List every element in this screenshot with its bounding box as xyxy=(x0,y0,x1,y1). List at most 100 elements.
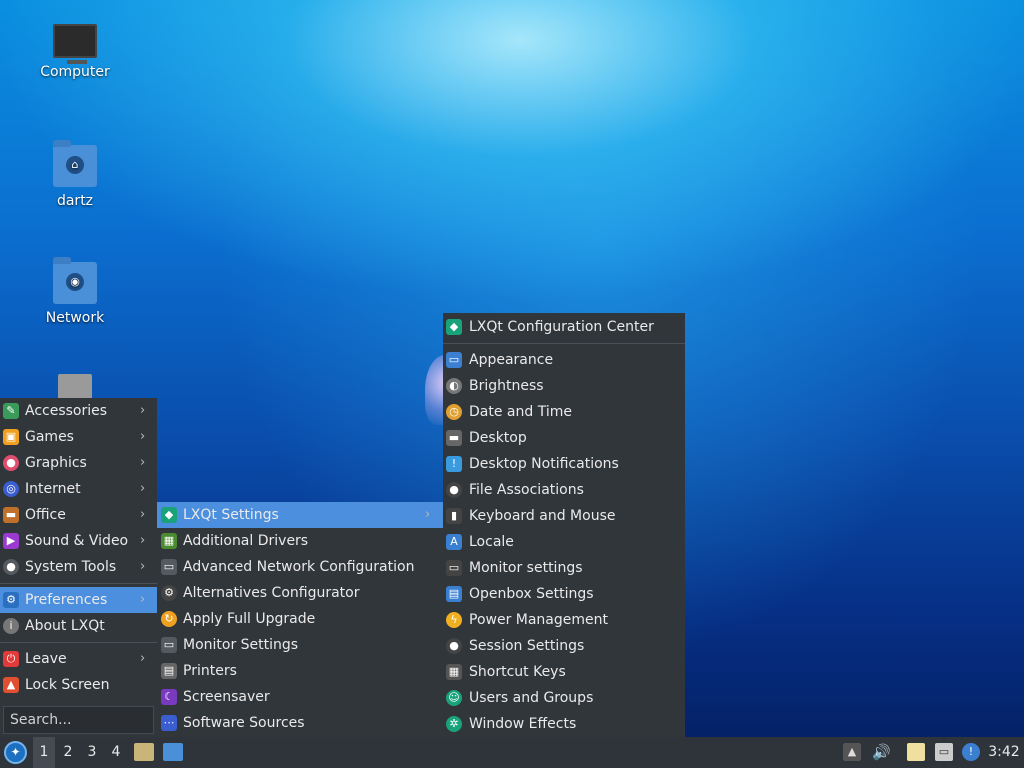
menu-item-monitor-settings[interactable]: ▭ Monitor Settings xyxy=(157,632,443,658)
menu-separator xyxy=(0,583,157,584)
lxqt-settings-submenu: ◆ LXQt Configuration Center ▭ Appearance… xyxy=(443,313,685,737)
network-config-icon: ▭ xyxy=(161,559,177,575)
taskbar-clock[interactable]: 3:42 xyxy=(984,737,1024,768)
menu-item-label: Accessories xyxy=(25,403,108,419)
file-assoc-icon: ● xyxy=(446,482,462,498)
menu-separator xyxy=(443,343,685,344)
menu-item-lock-screen[interactable]: ▲ Lock Screen xyxy=(0,672,157,698)
desktop-switch-3[interactable]: 3 xyxy=(81,737,103,768)
monitor-icon: ▭ xyxy=(446,560,462,576)
menu-item-label: Monitor settings xyxy=(469,560,583,576)
lxqt-logo-icon: ✦ xyxy=(10,745,21,759)
eject-icon[interactable]: ▲ xyxy=(843,743,861,761)
desktop-icon-label: Network xyxy=(45,310,105,326)
menu-item-desktop[interactable]: ▬ Desktop xyxy=(443,425,685,451)
clock-icon: ◷ xyxy=(446,404,462,420)
menu-item-sound-video[interactable]: ▶ Sound & Video › xyxy=(0,528,157,554)
menu-item-software-sources[interactable]: ⋯ Software Sources xyxy=(157,710,443,736)
desktop-icon: ▬ xyxy=(446,430,462,446)
clipboard-icon[interactable] xyxy=(907,743,925,761)
menu-item-printers[interactable]: ▤ Printers xyxy=(157,658,443,684)
menu-item-power-management[interactable]: ϟ Power Management xyxy=(443,607,685,633)
menu-item-label: Desktop xyxy=(469,430,527,446)
desktop-icon-network[interactable]: ◉ Network xyxy=(30,257,120,326)
desktop-switch-1[interactable]: 1 xyxy=(33,737,55,768)
openbox-icon: ▤ xyxy=(446,586,462,602)
menu-item-appearance[interactable]: ▭ Appearance xyxy=(443,347,685,373)
menu-item-apply-upgrade[interactable]: ↻ Apply Full Upgrade xyxy=(157,606,443,632)
menu-item-games[interactable]: ▣ Games › xyxy=(0,424,157,450)
accessories-icon: ✎ xyxy=(3,403,19,419)
session-icon: ● xyxy=(446,638,462,654)
file-manager-icon[interactable] xyxy=(134,743,154,761)
drivers-icon: ▦ xyxy=(161,533,177,549)
menu-item-system-tools[interactable]: ● System Tools › xyxy=(0,554,157,580)
menu-item-label: Sound & Video xyxy=(25,533,129,549)
network-wired-icon[interactable]: ▭ xyxy=(935,743,953,761)
menu-item-users-and-groups[interactable]: ☺ Users and Groups xyxy=(443,685,685,711)
menu-item-preferences[interactable]: ⚙ Preferences › xyxy=(0,587,157,613)
chevron-right-icon: › xyxy=(140,481,146,496)
menu-item-alternatives[interactable]: ⚙ Alternatives Configurator xyxy=(157,580,443,606)
menu-item-date-and-time[interactable]: ◷ Date and Time xyxy=(443,399,685,425)
menu-item-openbox-settings[interactable]: ▤ Openbox Settings xyxy=(443,581,685,607)
update-notifier-icon[interactable]: ! xyxy=(962,743,980,761)
menu-item-leave[interactable]: ⏻ Leave › xyxy=(0,646,157,672)
menu-item-screensaver[interactable]: ☾ Screensaver xyxy=(157,684,443,710)
menu-item-brightness[interactable]: ◐ Brightness xyxy=(443,373,685,399)
printer-icon: ▤ xyxy=(161,663,177,679)
menu-item-label: Additional Drivers xyxy=(183,533,309,549)
menu-item-shortcut-keys[interactable]: ▦ Shortcut Keys xyxy=(443,659,685,685)
menu-item-label: Internet xyxy=(25,481,81,497)
desktop-switch-2[interactable]: 2 xyxy=(57,737,79,768)
menu-item-session-settings[interactable]: ● Session Settings xyxy=(443,633,685,659)
games-icon: ▣ xyxy=(3,429,19,445)
menu-item-label: Users and Groups xyxy=(469,690,594,706)
chevron-right-icon: › xyxy=(140,507,146,522)
menu-item-office[interactable]: ▬ Office › xyxy=(0,502,157,528)
menu-item-window-effects[interactable]: ✲ Window Effects xyxy=(443,711,685,737)
desktop-switch-4[interactable]: 4 xyxy=(105,737,127,768)
menu-item-label: Brightness xyxy=(469,378,544,394)
menu-item-keyboard-and-mouse[interactable]: ▮ Keyboard and Mouse xyxy=(443,503,685,529)
menu-search-input[interactable]: Search... xyxy=(3,706,154,734)
menu-item-accessories[interactable]: ✎ Accessories › xyxy=(0,398,157,424)
volume-icon[interactable]: 🔊 xyxy=(872,743,891,761)
alternatives-icon: ⚙ xyxy=(161,585,177,601)
software-sources-icon: ⋯ xyxy=(161,715,177,731)
menu-item-label: Games xyxy=(25,429,74,445)
chevron-right-icon: › xyxy=(140,651,146,666)
menu-item-file-associations[interactable]: ● File Associations xyxy=(443,477,685,503)
menu-item-additional-drivers[interactable]: ▦ Additional Drivers xyxy=(157,528,443,554)
taskbar: ✦ 1 2 3 4 ▲ 🔊 ▭ ! 3:42 xyxy=(0,737,1024,768)
system-tools-icon: ● xyxy=(3,559,19,575)
desktop-icon-computer[interactable]: Computer xyxy=(30,24,120,80)
menu-item-label: Preferences xyxy=(25,592,108,608)
computer-icon xyxy=(53,24,97,64)
notification-icon: ! xyxy=(446,456,462,472)
menu-item-label: Appearance xyxy=(469,352,554,368)
show-desktop-icon[interactable] xyxy=(163,743,183,761)
menu-item-label: Power Management xyxy=(469,612,609,628)
menu-item-locale[interactable]: A Locale xyxy=(443,529,685,555)
monitor-icon: ▭ xyxy=(161,637,177,653)
menu-item-advanced-network[interactable]: ▭ Advanced Network Configuration xyxy=(157,554,443,580)
desktop-icon-home[interactable]: ⌂ dartz xyxy=(30,140,120,209)
chevron-right-icon: › xyxy=(140,533,146,548)
menu-item-label: Session Settings xyxy=(469,638,585,654)
screensaver-icon: ☾ xyxy=(161,689,177,705)
menu-item-lxqt-configuration-center[interactable]: ◆ LXQt Configuration Center xyxy=(443,314,685,340)
info-icon: i xyxy=(3,618,19,634)
lxqt-icon: ◆ xyxy=(161,507,177,523)
menu-item-label: LXQt Settings xyxy=(183,507,279,523)
power-icon: ⏻ xyxy=(3,651,19,667)
menu-item-graphics[interactable]: ● Graphics › xyxy=(0,450,157,476)
menu-item-internet[interactable]: ◎ Internet › xyxy=(0,476,157,502)
chevron-right-icon: › xyxy=(140,559,146,574)
menu-item-label: Advanced Network Configuration xyxy=(183,559,415,575)
start-menu-button[interactable]: ✦ xyxy=(4,741,27,764)
menu-item-lxqt-settings[interactable]: ◆ LXQt Settings › xyxy=(157,502,443,528)
menu-item-monitor-settings[interactable]: ▭ Monitor settings xyxy=(443,555,685,581)
menu-item-about-lxqt[interactable]: i About LXQt xyxy=(0,613,157,639)
menu-item-desktop-notifications[interactable]: ! Desktop Notifications xyxy=(443,451,685,477)
